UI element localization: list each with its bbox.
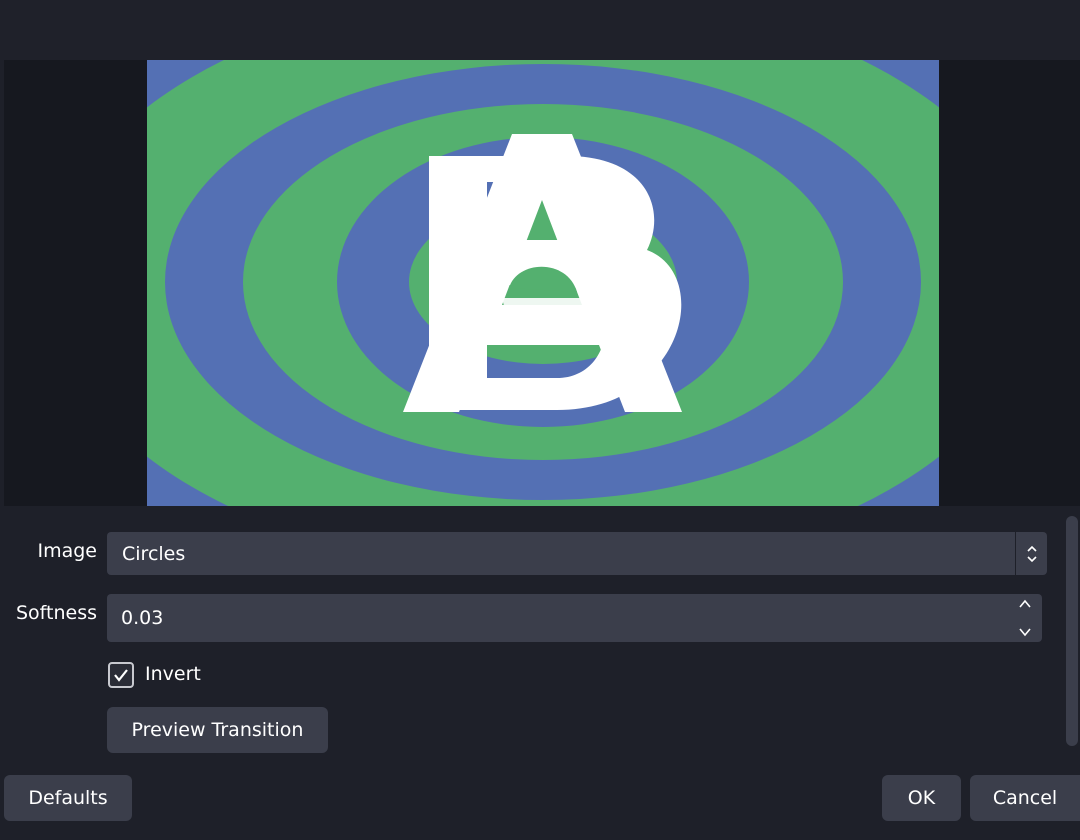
image-label: Image — [37, 540, 97, 562]
spin-down-icon[interactable] — [1018, 626, 1032, 638]
softness-value: 0.03 — [121, 607, 164, 629]
spin-up-icon[interactable] — [1018, 598, 1032, 610]
cancel-button[interactable]: Cancel — [970, 775, 1080, 821]
softness-spinbox[interactable]: 0.03 — [107, 594, 1042, 642]
image-select-value: Circles — [122, 542, 186, 565]
invert-checkbox[interactable] — [108, 662, 134, 688]
invert-label[interactable]: Invert — [145, 663, 201, 685]
ok-button[interactable]: OK — [882, 775, 961, 821]
preview-transition-button[interactable]: Preview Transition — [107, 707, 328, 753]
image-select[interactable]: Circles — [107, 532, 1047, 575]
scrollbar[interactable] — [1066, 516, 1078, 746]
updown-chevron-icon — [1015, 532, 1047, 575]
softness-label: Softness — [15, 602, 97, 624]
transition-preview — [147, 60, 939, 506]
checkmark-icon — [114, 669, 128, 682]
title-bar — [0, 0, 1080, 60]
defaults-button[interactable]: Defaults — [4, 775, 132, 821]
